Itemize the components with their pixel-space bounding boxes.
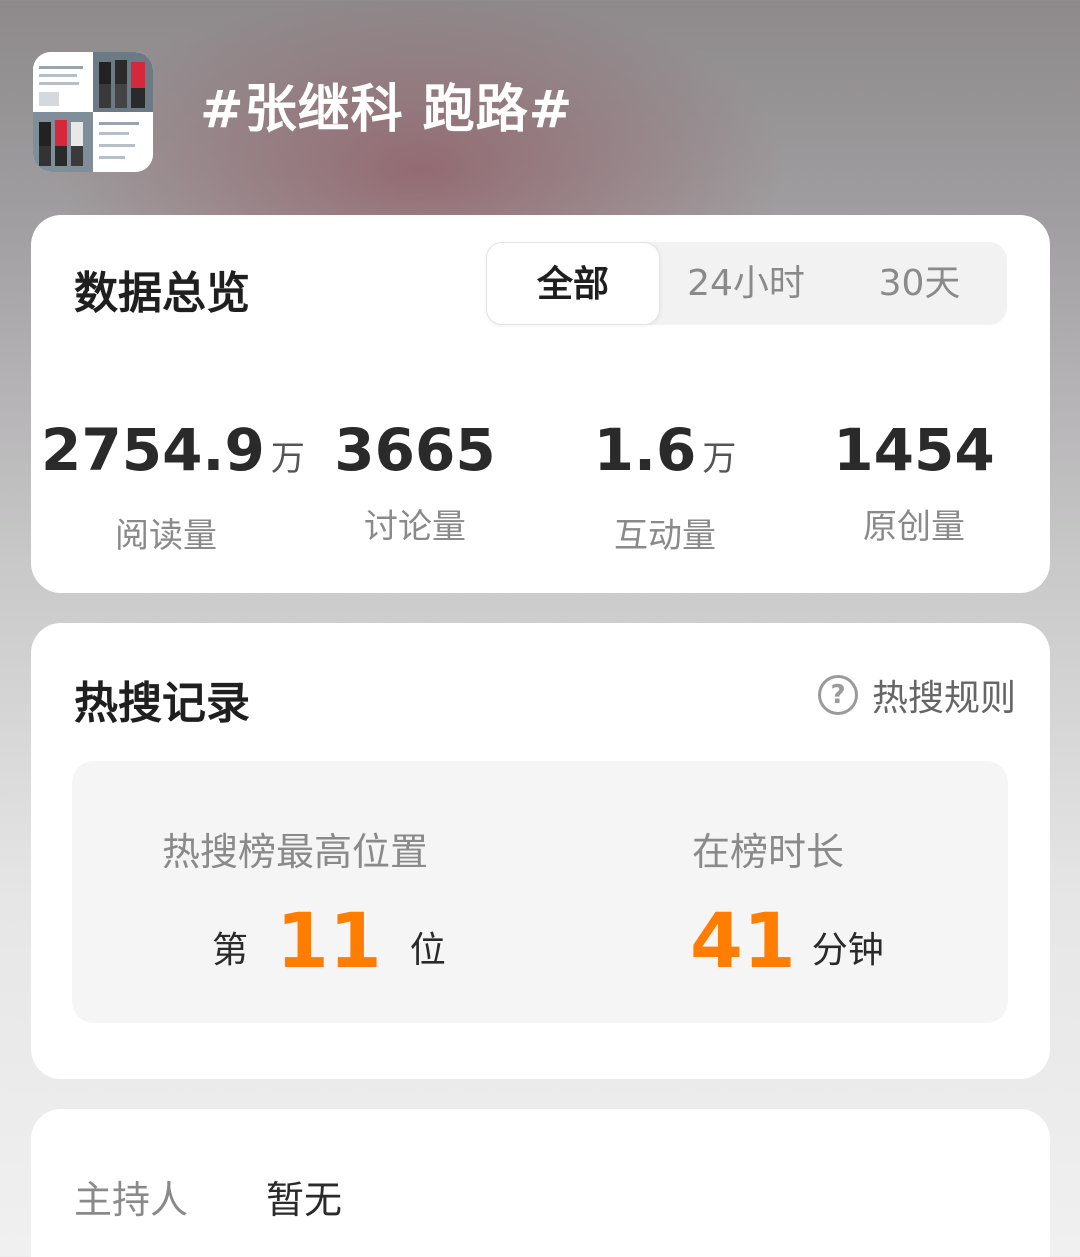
peak-rank-value: 11 (276, 896, 382, 985)
duration-label: 在榜时长 (692, 830, 845, 874)
stat-reads: 2754.9 万 阅读量 (41, 415, 305, 557)
stat-interactions: 1.6 万 互动量 (540, 415, 790, 557)
stat-discussions: 3665 讨论量 (290, 415, 540, 548)
peak-rank-label: 热搜榜最高位置 (162, 830, 429, 874)
topic-header: #张继科 跑路# (0, 0, 1080, 215)
stat-interactions-unit: 万 (702, 439, 737, 479)
stat-originals-value: 1454 (833, 416, 995, 484)
stat-reads-value: 2754.9 万 (41, 416, 305, 484)
topic-thumbnail[interactable] (33, 52, 153, 172)
tab-all[interactable]: 全部 (486, 242, 660, 325)
duration-value: 41 (690, 896, 796, 985)
duration: 41 分钟 (662, 901, 884, 981)
stat-originals-label: 原创量 (863, 507, 965, 547)
stat-discussions-label: 讨论量 (364, 507, 466, 547)
tab-24h[interactable]: 24小时 (660, 242, 832, 325)
topic-title: #张继科 跑路# (200, 80, 574, 140)
question-circle-icon: ? (817, 675, 858, 715)
stat-interactions-value: 1.6 万 (593, 416, 737, 484)
stat-reads-label: 阅读量 (115, 516, 217, 556)
host-card: 主持人 暂无 (31, 1109, 1050, 1257)
peak-rank-suffix: 位 (409, 930, 446, 971)
data-overview-card: 数据总览 全部 24小时 30天 2754.9 万 阅读量 3665 讨论量 1.… (31, 215, 1050, 593)
host-label: 主持人 (74, 1178, 189, 1222)
overview-title: 数据总览 (74, 268, 250, 319)
hot-search-rules-link[interactable]: ? 热搜规则 (817, 669, 1016, 721)
peak-rank: 第 11 位 (212, 901, 446, 981)
stat-interactions-label: 互动量 (614, 516, 716, 556)
tab-30d[interactable]: 30天 (832, 242, 1007, 325)
duration-suffix: 分钟 (811, 930, 884, 971)
stat-originals: 1454 原创量 (789, 415, 1039, 548)
thumbnail-image (33, 52, 153, 172)
host-value: 暂无 (266, 1178, 343, 1222)
hot-search-title: 热搜记录 (74, 678, 250, 729)
hot-search-stats-box: 热搜榜最高位置 第 11 位 在榜时长 41 分钟 (72, 761, 1008, 1023)
hot-search-card: 热搜记录 ? 热搜规则 热搜榜最高位置 第 11 位 在榜时长 41 分钟 (31, 623, 1050, 1079)
peak-rank-prefix: 第 (212, 930, 249, 971)
stat-discussions-value: 3665 (334, 416, 496, 484)
hot-search-rules-label: 热搜规则 (871, 678, 1016, 719)
time-range-segmented-control: 全部 24小时 30天 (486, 242, 1007, 325)
